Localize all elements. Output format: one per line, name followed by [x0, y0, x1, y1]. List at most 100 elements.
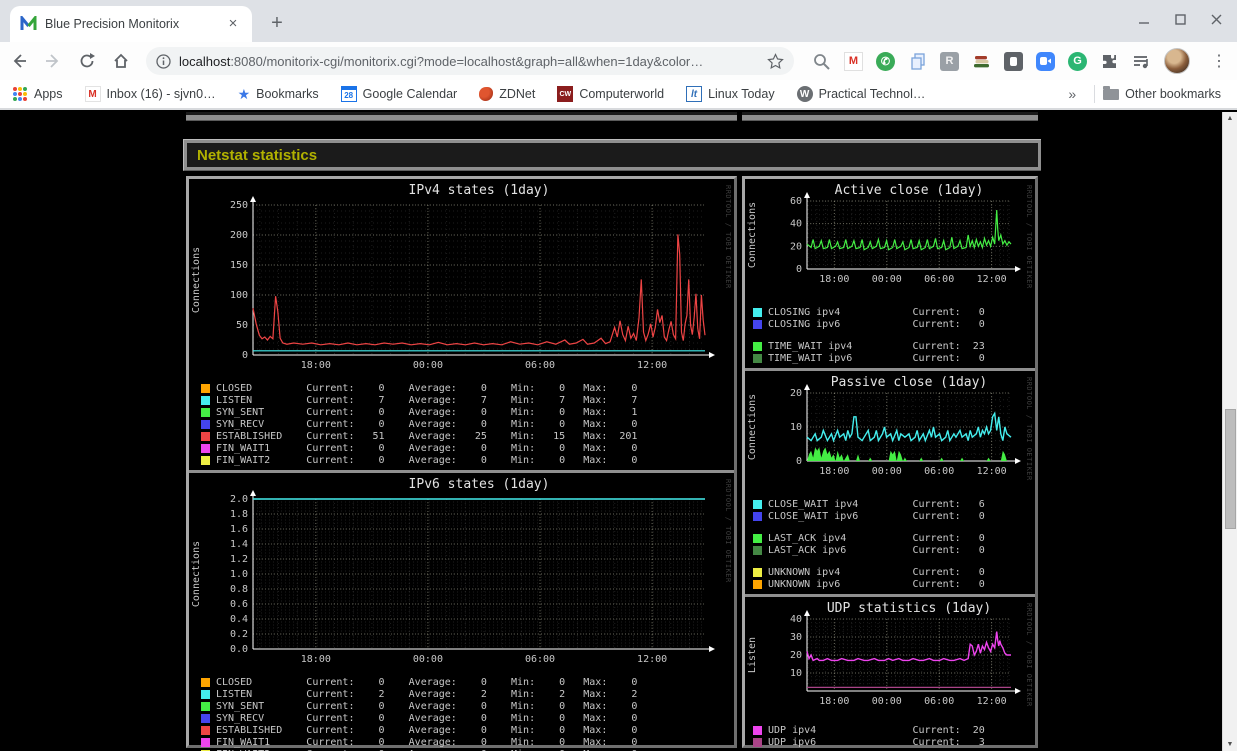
bookmark-star-icon[interactable]: [767, 52, 784, 70]
maximize-button[interactable]: [1169, 8, 1191, 30]
gmail-icon: M: [84, 86, 101, 102]
forward-button[interactable]: [38, 46, 68, 76]
legend-text: CLOSED Current: 0 Average: 0 Min: 0 Max:…: [216, 382, 638, 394]
legend-row: ESTABLISHED Current: 51 Average: 25 Min:…: [201, 430, 734, 442]
ipv4-states-graph[interactable]: 0 50 100 150 200 250 18:00 00:00 06:00 12:00 IPv4 …: [189, 179, 734, 466]
active-close-legend: CLOSING ipv4 Current: 0 CLOSING ipv6 Curr…: [753, 306, 1035, 364]
bookmark-label: Computerworld: [579, 87, 665, 101]
chrome-menu-icon[interactable]: ⋮: [1203, 51, 1235, 71]
bookmark-bookmarks[interactable]: ★ Bookmarks: [238, 86, 319, 103]
page-info-icon[interactable]: [156, 53, 171, 69]
active-close-chart[interactable]: 0 20 40 60 18:00 00:00 06:00 12:00 Active close …: [745, 181, 1035, 300]
grammarly-extension-icon[interactable]: G: [1068, 51, 1087, 71]
legend-text: UDP ipv6 Current: 3: [768, 736, 985, 748]
page-scrollbar[interactable]: ▲ ▼: [1222, 112, 1237, 751]
url-text[interactable]: localhost:8080/monitorix-cgi/monitorix.c…: [179, 54, 767, 69]
udp-legend: UDP ipv4 Current: 20 UDP ipv6 Current: 3: [753, 724, 1035, 748]
ipv4-states-chart[interactable]: 0 50 100 150 200 250 18:00 00:00 06:00 12:00 IPv4 …: [189, 181, 734, 376]
svg-text:0.0: 0.0: [230, 644, 248, 655]
svg-text:250: 250: [230, 200, 248, 211]
scroll-up-icon[interactable]: ▲: [1223, 115, 1237, 122]
legend-row: LISTEN Current: 2 Average: 2 Min: 2 Max:…: [201, 688, 734, 700]
other-bookmarks[interactable]: Other bookmarks: [1103, 85, 1221, 101]
bookmark-inbox[interactable]: M Inbox (16) - sjvn0…: [84, 86, 216, 102]
svg-text:40: 40: [790, 219, 802, 230]
legend-swatch: [201, 689, 210, 699]
bookmark-google-calendar[interactable]: 28 Google Calendar: [340, 86, 457, 102]
legend-text: LISTEN Current: 2 Average: 2 Min: 2 Max:…: [216, 688, 638, 700]
voice-extension-icon[interactable]: ✆: [876, 51, 895, 71]
legend-swatch: [753, 353, 762, 363]
svg-text:200: 200: [230, 230, 248, 241]
back-button[interactable]: [4, 46, 34, 76]
legend-row: UDP ipv6 Current: 3: [753, 736, 1035, 748]
bookmark-linux-today[interactable]: lt Linux Today: [686, 86, 775, 102]
gmail-extension-icon[interactable]: M: [844, 51, 863, 71]
passive-close-graph[interactable]: 0 10 20 18:00 00:00 06:00 12:00 Passive close (…: [745, 371, 1035, 590]
ipv6-legend: CLOSED Current: 0 Average: 0 Min: 0 Max:…: [201, 676, 734, 751]
wordpress-icon: W: [796, 86, 813, 102]
svg-text:30: 30: [790, 632, 802, 643]
search-extension-icon[interactable]: [812, 52, 831, 71]
svg-text:40: 40: [790, 614, 802, 625]
minimize-button[interactable]: [1133, 8, 1155, 30]
rrdtool-watermark: RRDTOOL / TOBI OETIKER: [1025, 603, 1033, 707]
legend-row: LAST_ACK ipv4 Current: 0: [753, 532, 1035, 544]
legend-swatch: [201, 725, 210, 735]
profile-avatar[interactable]: [1164, 48, 1190, 74]
password-extension-icon[interactable]: [1004, 51, 1023, 71]
svg-text:20: 20: [790, 650, 802, 661]
bookmark-apps[interactable]: Apps: [12, 86, 63, 102]
legend-swatch: [753, 499, 762, 509]
playlist-extension-icon[interactable]: [1132, 52, 1151, 71]
svg-text:Passive close (1day): Passive close (1day): [831, 375, 988, 390]
reload-button[interactable]: [72, 46, 102, 76]
legend-swatch: [753, 341, 762, 351]
svg-text:0.8: 0.8: [230, 584, 248, 595]
svg-text:06:00: 06:00: [924, 696, 954, 707]
svg-text:18:00: 18:00: [301, 654, 331, 665]
udp-statistics-graph[interactable]: 10 20 30 40 18:00 00:00 06:00 12:00 UDP statisti…: [745, 597, 1035, 748]
legend-row: SYN_RECV Current: 0 Average: 0 Min: 0 Ma…: [201, 712, 734, 724]
copy-pages-extension-icon[interactable]: [908, 52, 927, 71]
rrdtool-watermark: RRDTOOL / TOBI OETIKER: [724, 185, 732, 289]
bookmark-label: Bookmarks: [256, 87, 319, 101]
bookmark-computerworld[interactable]: CW Computerworld: [557, 86, 664, 102]
previous-panel-edge: [742, 112, 1038, 121]
bookmark-zdnet[interactable]: ZDNet: [479, 87, 535, 101]
svg-text:00:00: 00:00: [872, 466, 902, 477]
scrollbar-thumb[interactable]: [1225, 409, 1236, 529]
svg-text:00:00: 00:00: [413, 360, 443, 371]
active-close-graph[interactable]: 0 20 40 60 18:00 00:00 06:00 12:00 Active close …: [745, 179, 1035, 364]
new-tab-button[interactable]: +: [264, 11, 290, 37]
ipv6-states-chart[interactable]: 0.0 0.2 0.4 0.6 0.8 1.0 1.2 1.4 1.6 1.8 2.0 18:00 00…: [189, 475, 734, 670]
tab-close-button[interactable]: ×: [224, 15, 242, 33]
browser-tab[interactable]: Blue Precision Monitorix ×: [10, 6, 252, 42]
passive-close-chart[interactable]: 0 10 20 18:00 00:00 06:00 12:00 Passive close (…: [745, 373, 1035, 492]
close-button[interactable]: [1205, 8, 1227, 30]
window-controls: [1133, 8, 1227, 30]
puzzle-extensions-icon[interactable]: [1100, 52, 1119, 71]
svg-text:Active close (1day): Active close (1day): [835, 183, 984, 198]
legend-row: ESTABLISHED Current: 0 Average: 0 Min: 0…: [201, 724, 734, 736]
ipv6-states-graph[interactable]: 0.0 0.2 0.4 0.6 0.8 1.0 1.2 1.4 1.6 1.8 2.0 18:00 00…: [189, 473, 734, 751]
zoom-extension-icon[interactable]: [1036, 51, 1055, 71]
home-button[interactable]: [106, 46, 136, 76]
books-extension-icon[interactable]: [972, 52, 991, 71]
bookmarks-overflow-chevron[interactable]: »: [1058, 86, 1086, 102]
scroll-down-icon[interactable]: ▼: [1223, 741, 1237, 748]
other-bookmarks-label: Other bookmarks: [1125, 87, 1221, 101]
address-bar[interactable]: localhost:8080/monitorix-cgi/monitorix.c…: [146, 47, 794, 75]
legend-row: LISTEN Current: 7 Average: 7 Min: 7 Max:…: [201, 394, 734, 406]
legend-text: CLOSE_WAIT ipv4 Current: 6: [768, 498, 985, 510]
udp-statistics-chart[interactable]: 10 20 30 40 18:00 00:00 06:00 12:00 UDP statisti…: [745, 599, 1035, 718]
legend-row: TIME_WAIT ipv6 Current: 0: [753, 352, 1035, 364]
bookmark-label: ZDNet: [499, 87, 536, 101]
legend-text: CLOSING ipv6 Current: 0: [768, 318, 985, 330]
r-extension-icon[interactable]: R: [940, 51, 959, 71]
svg-text:12:00: 12:00: [977, 274, 1007, 285]
legend-text: UDP ipv4 Current: 20: [768, 724, 985, 736]
svg-text:18:00: 18:00: [819, 274, 849, 285]
legend-text: TIME_WAIT ipv6 Current: 0: [768, 352, 985, 364]
bookmark-practical-technology[interactable]: W Practical Technol…: [796, 86, 925, 102]
